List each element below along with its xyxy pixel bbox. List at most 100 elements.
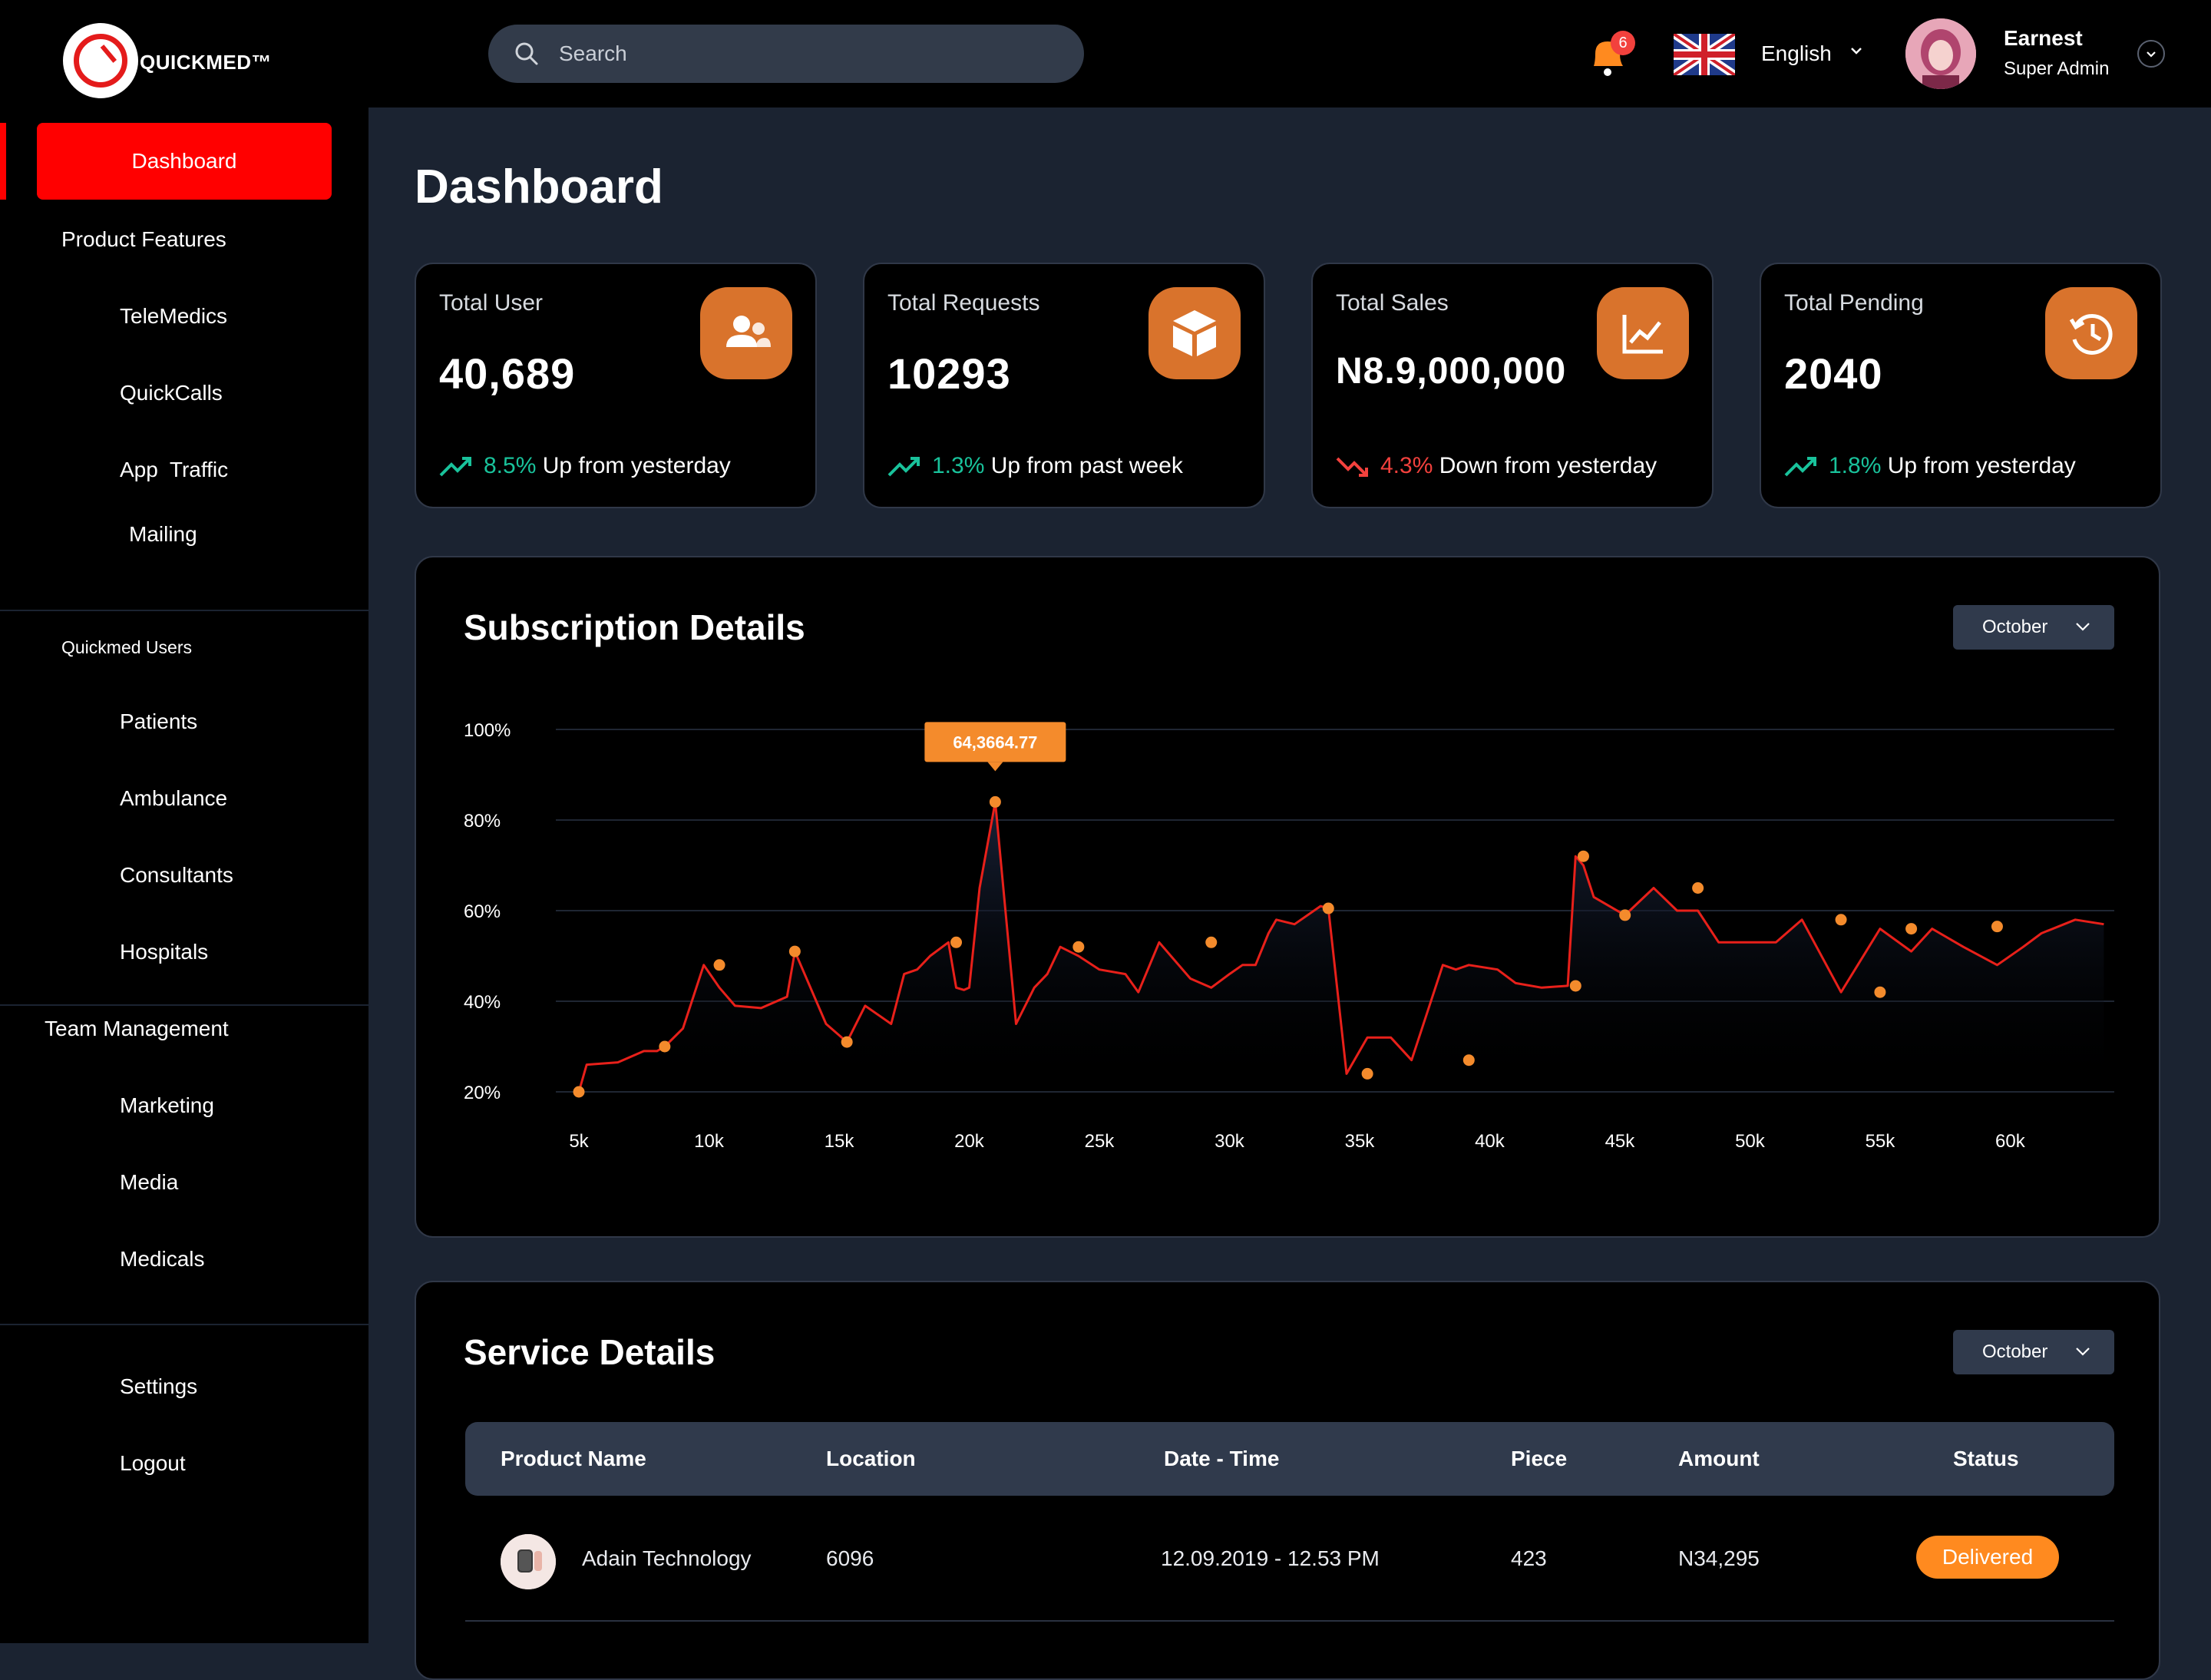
trend-down-icon <box>1336 457 1368 478</box>
data-point <box>1577 850 1589 862</box>
table-row[interactable]: Adain Technology 6096 12.09.2019 - 12.53… <box>465 1496 2114 1622</box>
avatar[interactable] <box>1905 18 1976 89</box>
trend-percent: 4.3% <box>1380 453 1433 478</box>
trend-up-icon <box>1784 457 1816 477</box>
notifications-button[interactable]: 6 <box>1586 31 1635 80</box>
sidebar-item-ambulance[interactable]: Ambulance <box>120 786 227 811</box>
stat-card-total-user: Total User 40,689 8.5% Up from yesterday <box>415 263 817 508</box>
search-bar[interactable] <box>488 25 1084 83</box>
card-label: Total User <box>439 290 544 316</box>
trend-percent: 1.3% <box>932 453 985 478</box>
product-thumbnail <box>501 1534 556 1589</box>
series-area <box>579 802 2104 1092</box>
sidebar-item-telemedics[interactable]: TeleMedics <box>120 304 227 329</box>
data-point <box>989 795 1001 808</box>
y-tick-label: 20% <box>464 1083 501 1103</box>
trend-text: Down from yesterday <box>1433 453 1657 478</box>
tooltip-label: 64,3664.77 <box>953 733 1037 752</box>
x-tick-label: 35k <box>1345 1131 1376 1152</box>
sidebar-item-logout[interactable]: Logout <box>120 1451 186 1476</box>
amount: N34,295 <box>1678 1546 1760 1570</box>
language-selector[interactable]: English <box>1761 41 1832 66</box>
data-point <box>659 1040 671 1053</box>
x-tick-label: 15k <box>825 1131 855 1152</box>
column-header-piece[interactable]: Piece <box>1511 1447 1567 1471</box>
x-tick-label: 45k <box>1605 1131 1636 1152</box>
sidebar-item-settings[interactable]: Settings <box>120 1374 197 1399</box>
quickmed-logo[interactable]: QUICKMED™ <box>63 23 278 100</box>
data-point <box>1991 921 2003 933</box>
sidebar-item-patients[interactable]: Patients <box>120 709 197 734</box>
trend-text: Up from yesterday <box>1881 453 2076 478</box>
panel-title: Service Details <box>464 1332 716 1372</box>
sidebar-item-mailing[interactable]: Mailing <box>129 522 197 547</box>
status-badge: Delivered <box>1916 1536 2059 1579</box>
data-point <box>1874 986 1886 998</box>
column-header-amount[interactable]: Amount <box>1678 1447 1760 1471</box>
trend-up-icon <box>439 457 471 477</box>
users-icon <box>700 287 792 379</box>
sidebar-item-app-traffic[interactable]: App Traffic <box>120 458 228 482</box>
profile-menu-button[interactable] <box>2137 40 2165 68</box>
table-header: Product Name Location Date - Time Piece … <box>465 1422 2114 1496</box>
data-point <box>573 1086 585 1098</box>
piece: 423 <box>1511 1546 1547 1570</box>
search-icon <box>515 42 538 65</box>
sidebar: Dashboard Product Features TeleMedics Qu… <box>0 107 368 1643</box>
data-point <box>1322 902 1334 914</box>
sidebar-item-media[interactable]: Media <box>120 1170 178 1195</box>
column-header-location[interactable]: Location <box>826 1447 916 1471</box>
sidebar-item-hospitals[interactable]: Hospitals <box>120 940 208 964</box>
page-title: Dashboard <box>415 160 663 213</box>
column-header-date-time[interactable]: Date - Time <box>1164 1447 1279 1471</box>
month-select[interactable]: October <box>1953 1330 2114 1374</box>
x-tick-label: 60k <box>1995 1131 2026 1152</box>
sidebar-item-medicals[interactable]: Medicals <box>120 1247 204 1272</box>
history-icon <box>2045 287 2137 379</box>
card-trend: 4.3% Down from yesterday <box>1336 453 1657 479</box>
data-point <box>1835 914 1847 926</box>
sidebar-item-product-features[interactable]: Product Features <box>61 227 226 252</box>
sidebar-item-consultants[interactable]: Consultants <box>120 863 233 888</box>
sidebar-item-dashboard[interactable]: Dashboard <box>37 149 332 174</box>
card-value: 40,689 <box>439 349 576 398</box>
notification-badge: 6 <box>1611 31 1635 55</box>
chevron-down-icon <box>2147 51 2156 58</box>
uk-flag-icon[interactable] <box>1674 34 1735 75</box>
data-point <box>1072 941 1085 953</box>
card-value: N8.9,000,000 <box>1336 351 1567 392</box>
data-point <box>1462 1054 1475 1067</box>
card-trend: 1.8% Up from yesterday <box>1784 453 2076 479</box>
x-tick-label: 25k <box>1085 1131 1115 1152</box>
sidebar-group-quickmed-users: Quickmed Users <box>61 637 192 657</box>
tooltip-pointer <box>987 762 1003 772</box>
x-tick-label: 30k <box>1215 1131 1245 1152</box>
card-trend: 8.5% Up from yesterday <box>439 453 731 479</box>
trend-text: Up from past week <box>984 453 1183 478</box>
search-input[interactable] <box>557 25 1049 83</box>
x-tick-label: 55k <box>1866 1131 1896 1152</box>
data-point <box>1361 1067 1373 1080</box>
sidebar-divider <box>0 1324 368 1325</box>
y-tick-label: 100% <box>464 720 511 741</box>
column-header-status[interactable]: Status <box>1953 1447 2019 1471</box>
chevron-down-icon <box>2076 1348 2090 1356</box>
trend-percent: 8.5% <box>484 453 537 478</box>
sidebar-item-team-management[interactable]: Team Management <box>45 1017 229 1041</box>
trend-text: Up from yesterday <box>536 453 731 478</box>
sidebar-item-marketing[interactable]: Marketing <box>120 1093 214 1118</box>
x-tick-label: 5k <box>569 1131 589 1152</box>
y-tick-label: 40% <box>464 992 501 1013</box>
service-panel: Service Details October Product Name Loc… <box>415 1281 2160 1680</box>
user-name: Earnest <box>2004 26 2083 50</box>
sidebar-divider <box>0 1004 368 1006</box>
column-header-product-name[interactable]: Product Name <box>501 1447 646 1471</box>
data-point <box>713 959 725 971</box>
chevron-down-icon[interactable] <box>1846 40 1867 61</box>
x-tick-label: 10k <box>694 1131 725 1152</box>
subscription-panel: Subscription Details October 100% 80% 60% 4… <box>415 556 2160 1238</box>
sidebar-item-quickcalls[interactable]: QuickCalls <box>120 381 223 405</box>
stat-card-total-sales: Total Sales N8.9,000,000 4.3% Down from … <box>1311 263 1714 508</box>
x-tick-label: 50k <box>1735 1131 1766 1152</box>
date-time: 12.09.2019 - 12.53 PM <box>1161 1546 1380 1570</box>
